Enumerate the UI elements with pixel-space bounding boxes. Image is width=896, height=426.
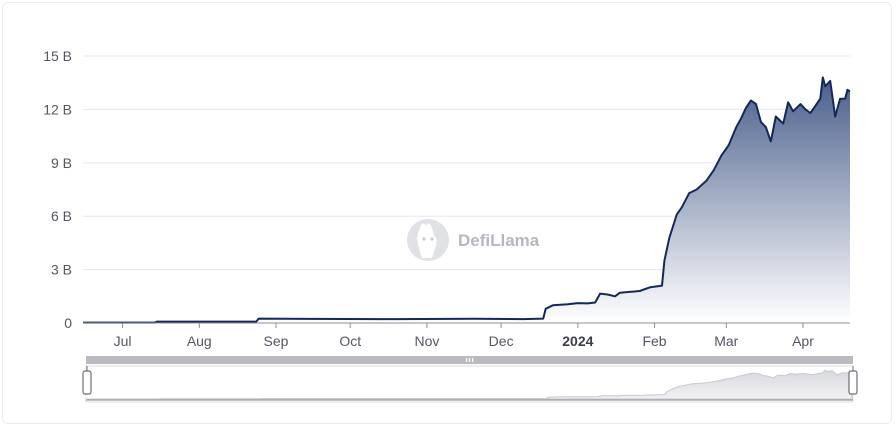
- x-tick-label: Sep: [264, 333, 289, 349]
- y-tick-label: 12 B: [43, 101, 72, 117]
- defillama-watermark: DefiLlama: [407, 219, 540, 261]
- x-tick-label: Jul: [114, 333, 132, 349]
- zoom-handle-left[interactable]: [82, 366, 92, 395]
- x-tick-label: Nov: [414, 333, 439, 349]
- tvl-area-fill: [83, 77, 850, 324]
- x-tick-label: Feb: [642, 333, 666, 349]
- y-tick-label: 0: [64, 315, 72, 331]
- y-tick-label: 9 B: [51, 155, 72, 171]
- x-tick-label: Oct: [339, 333, 361, 349]
- x-tick-label: 2024: [562, 333, 593, 349]
- data-zoom-navigator[interactable]: [82, 356, 858, 403]
- x-tick-label: Apr: [792, 333, 814, 349]
- y-tick-label: 3 B: [51, 262, 72, 278]
- zoom-grip-icon: [466, 358, 474, 362]
- y-axis-ticks: 0 3 B 6 B 9 B 12 B 15 B: [43, 48, 72, 331]
- x-tick-label: Dec: [489, 333, 514, 349]
- zoom-handle-right[interactable]: [848, 366, 858, 395]
- x-tick-label: Mar: [714, 333, 738, 349]
- zoom-preview-area: [87, 369, 853, 400]
- x-axis-ticks: Jul Aug Sep Oct Nov Dec 2024 Feb Mar Apr: [114, 323, 814, 349]
- y-tick-label: 6 B: [51, 208, 72, 224]
- llama-logo-icon: [407, 219, 449, 261]
- x-tick-label: Aug: [187, 333, 212, 349]
- y-tick-label: 15 B: [43, 48, 72, 64]
- tvl-chart[interactable]: 0 3 B 6 B 9 B 12 B 15 B Jul Aug Sep Oct Nov Dec 202…: [0, 0, 896, 426]
- watermark-text: DefiLlama: [458, 231, 540, 250]
